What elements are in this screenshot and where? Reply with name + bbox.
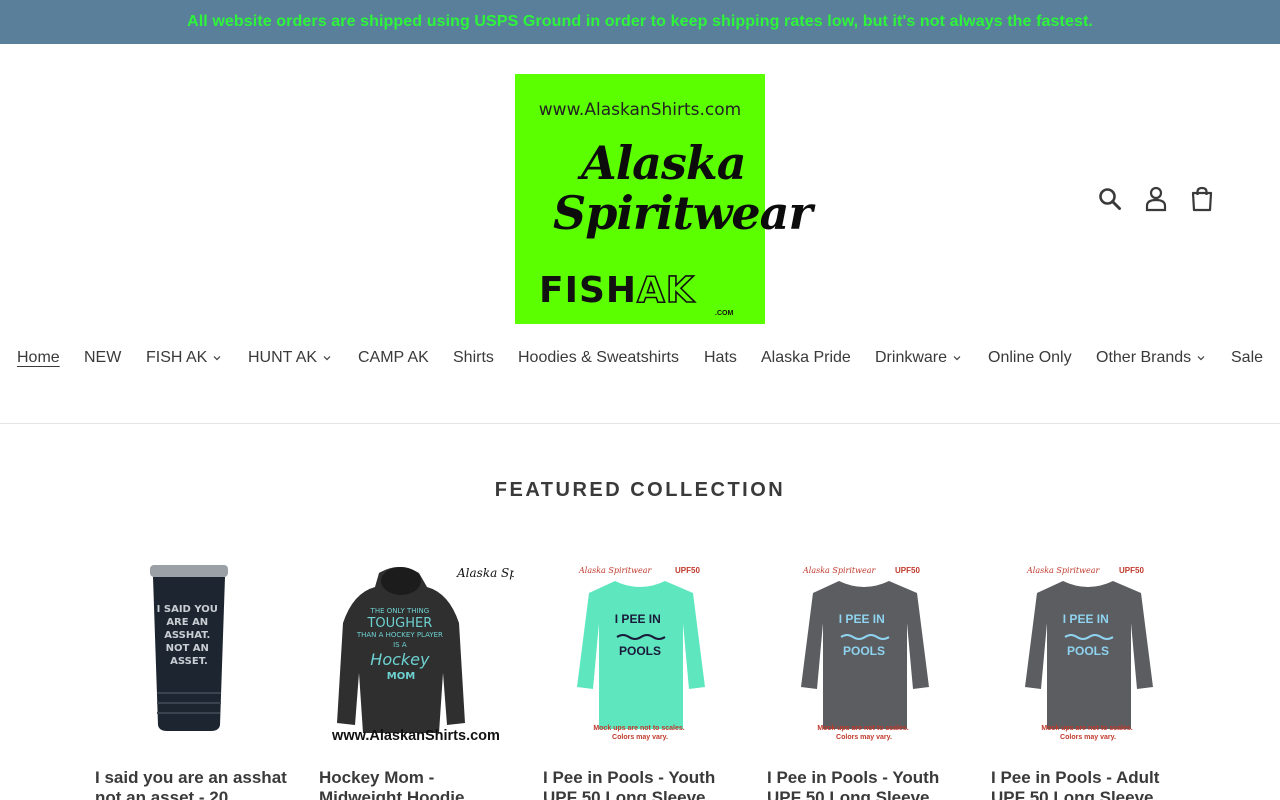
header-icons [1096, 184, 1216, 214]
nav-item-label: Sale [1231, 349, 1264, 366]
chevron-down-icon [213, 356, 221, 361]
nav-item-label: Other Brands [1096, 349, 1192, 366]
svg-text:www.AlaskanShirts.com: www.AlaskanShirts.com [331, 728, 500, 744]
logo-line1: Alaska [581, 136, 747, 190]
nav-item-fish-ak[interactable]: FISH AK [146, 349, 221, 367]
svg-text:Alaska Spiritwear: Alaska Spiritwear [456, 566, 514, 580]
product-card[interactable]: THE ONLY THING TOUGHER THAN A HOCKEY PLA… [319, 553, 514, 800]
nav-item-shirts[interactable]: Shirts [453, 349, 494, 367]
site-logo[interactable]: www.AlaskanShirts.com Alaska Spiritwear … [515, 74, 813, 324]
nav-item-other-brands[interactable]: Other Brands [1096, 349, 1205, 367]
main-nav: Home NEW FISH AK HUNT AK CAMP AK Shirts Hoodie… [0, 349, 1280, 373]
product-title[interactable]: Hockey Mom - Midweight Hoodie [319, 768, 514, 800]
svg-text:UPF50: UPF50 [895, 566, 920, 575]
product-image[interactable]: I SAID YOU ARE AN ASSHAT. NOT AN ASSET. [95, 553, 290, 753]
product-image[interactable]: THE ONLY THING TOUGHER THAN A HOCKEY PLA… [319, 553, 514, 753]
product-title[interactable]: I Pee in Pools - Youth UPF 50 Long Sleev… [767, 768, 962, 800]
nav-item-hats[interactable]: Hats [704, 349, 737, 367]
cart-icon[interactable] [1188, 184, 1216, 214]
product-image[interactable]: Alaska Spiritwear UPF50 I PEE IN POOLS M… [543, 553, 738, 753]
nav-item-sale[interactable]: Sale [1231, 349, 1263, 367]
product-card[interactable]: Alaska Spiritwear UPF50 I PEE IN POOLS M… [767, 553, 962, 800]
nav-item-label: Online Only [988, 349, 1072, 366]
logo-line2: Spiritwear [553, 186, 813, 240]
product-card[interactable]: Alaska Spiritwear UPF50 I PEE IN POOLS M… [543, 553, 738, 800]
nav-item-alaska-pride[interactable]: Alaska Pride [761, 349, 851, 367]
product-title[interactable]: I Pee in Pools - Adult UPF 50 Long Sleev… [991, 768, 1186, 800]
product-title[interactable]: I said you are an asshat not an asset - … [95, 768, 290, 800]
search-icon[interactable] [1096, 184, 1124, 214]
nav-item-label: Alaska Pride [761, 349, 851, 366]
nav-item-label: HUNT AK [248, 349, 318, 366]
nav-item-label: FISH AK [146, 349, 208, 366]
nav-item-drinkware[interactable]: Drinkware [875, 349, 961, 367]
product-image[interactable]: Alaska Spiritwear UPF50 I PEE IN POOLS M… [767, 553, 962, 753]
logo-com: .COM [715, 310, 734, 317]
svg-text:Alaska Spiritwear: Alaska Spiritwear [578, 566, 652, 575]
nav-item-online-only[interactable]: Online Only [988, 349, 1072, 367]
logo-url: www.AlaskanShirts.com [538, 100, 742, 120]
nav-item-camp-ak[interactable]: CAMP AK [358, 349, 429, 367]
chevron-down-icon [323, 356, 331, 361]
chevron-down-icon [953, 356, 961, 361]
svg-text:UPF50: UPF50 [1119, 566, 1144, 575]
nav-item-label: Hats [704, 349, 737, 366]
product-image[interactable]: Alaska Spiritwear UPF50 I PEE IN POOLS M… [991, 553, 1186, 753]
svg-text:Alaska Spiritwear: Alaska Spiritwear [802, 566, 876, 575]
svg-text:Mock ups are not to scales.: Mock ups are not to scales. Colors may v… [1041, 725, 1134, 741]
chevron-down-icon [1197, 356, 1205, 361]
logo-fishak: FISHAK [539, 269, 695, 312]
announcement-text: All website orders are shipped using USP… [187, 13, 1093, 30]
svg-text:Mock ups are not to scales.: Mock ups are not to scales. Colors may v… [593, 725, 686, 741]
svg-text:Mock ups are not to scales.: Mock ups are not to scales. Colors may v… [817, 725, 910, 741]
nav-item-label: Home [17, 349, 60, 366]
nav-item-home[interactable]: Home [17, 349, 60, 367]
nav-item-label: Shirts [453, 349, 494, 366]
account-icon[interactable] [1142, 184, 1170, 214]
product-card[interactable]: Alaska Spiritwear UPF50 I PEE IN POOLS M… [991, 553, 1186, 800]
featured-collection-title: FEATURED COLLECTION [494, 479, 786, 501]
product-card[interactable]: I SAID YOU ARE AN ASSHAT. NOT AN ASSET. … [95, 553, 290, 800]
svg-text:UPF50: UPF50 [675, 566, 700, 575]
announcement-bar: All website orders are shipped using USP… [0, 0, 1280, 44]
header-divider [0, 423, 1280, 424]
nav-item-hoodies-sweatshirts[interactable]: Hoodies & Sweatshirts [518, 349, 679, 367]
svg-text:Alaska Spiritwear: Alaska Spiritwear [1026, 566, 1100, 575]
nav-item-hunt-ak[interactable]: HUNT AK [248, 349, 331, 367]
nav-item-label: Hoodies & Sweatshirts [518, 349, 679, 366]
nav-item-new[interactable]: NEW [84, 349, 121, 367]
nav-item-label: CAMP AK [358, 349, 429, 366]
product-title[interactable]: I Pee in Pools - Youth UPF 50 Long Sleev… [543, 768, 738, 800]
nav-item-label: NEW [84, 349, 122, 366]
nav-item-label: Drinkware [875, 349, 948, 366]
